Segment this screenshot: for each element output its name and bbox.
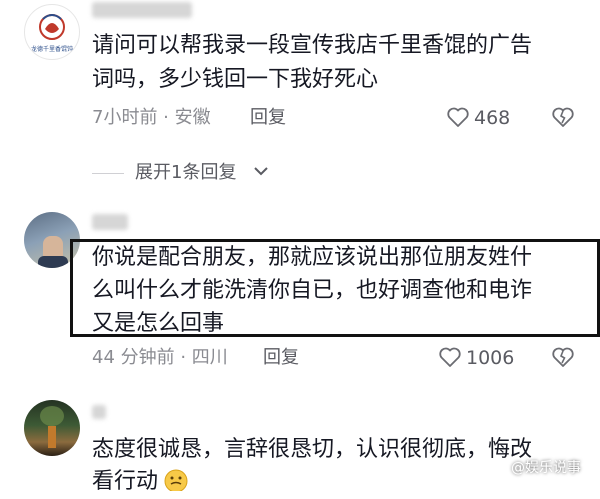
like-button[interactable] (438, 346, 462, 372)
comment-text: 请问可以帮我录一段宣传我店千里香馄的广告 (92, 33, 533, 58)
avatar[interactable]: 龙德千里香馄饨 (24, 4, 80, 60)
like-count: 1006 (466, 347, 515, 369)
avatar-scene-pillar (48, 426, 56, 448)
comment-meta: 7小时前 · 安徽 (92, 107, 211, 128)
username[interactable] (92, 2, 192, 18)
comment-text: 又是怎么回事 (92, 311, 225, 336)
comment-text: 么叫什么才能洗清你自已，也好调查他和电诈 (92, 278, 533, 303)
dislike-button[interactable] (551, 346, 575, 372)
comment-text: 态度很诚恳，言辞很恳切，认识很彻底，悔改 (92, 437, 533, 462)
comment-text: 看行动 (92, 469, 159, 494)
broken-heart-icon (552, 107, 574, 127)
chevron-down-icon[interactable] (253, 163, 269, 183)
dislike-button[interactable] (551, 106, 575, 132)
reply-button[interactable]: 回复 (250, 106, 286, 130)
expand-replies-button[interactable]: 展开1条回复 (135, 161, 236, 185)
avatar-caption: 龙德千里香馄饨 (30, 46, 73, 53)
watermark: @娱乐说事 (511, 460, 581, 476)
like-button[interactable] (446, 106, 470, 132)
reply-button[interactable]: 回复 (263, 346, 299, 370)
heart-icon (447, 107, 469, 127)
username[interactable] (92, 405, 106, 419)
username[interactable] (92, 214, 128, 230)
comment-text: 你说是配合朋友，那就应该说出那位朋友姓什 (92, 245, 533, 270)
avatar-figure-body (38, 256, 68, 268)
broken-heart-icon (552, 347, 574, 367)
avatar-scene (40, 406, 64, 426)
comment-text: 词吗，多少钱回一下我好死心 (92, 67, 379, 92)
watermark-icon (498, 459, 512, 478)
avatar[interactable] (24, 400, 80, 456)
divider (92, 173, 124, 174)
comment-meta: 44 分钟前 · 四川 (92, 347, 228, 368)
like-count: 468 (474, 107, 511, 129)
thinking-emoji-icon (162, 467, 190, 495)
heart-icon (439, 347, 461, 367)
